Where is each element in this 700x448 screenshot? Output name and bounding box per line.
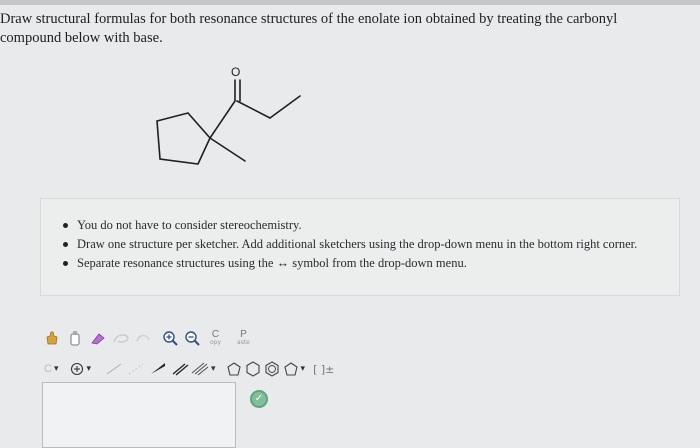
instruction-item: Separate resonance structures using the … bbox=[63, 255, 675, 271]
single-bond-icon[interactable] bbox=[105, 360, 123, 378]
triple-bond-icon[interactable] bbox=[191, 360, 209, 378]
question-line-2: compound below with base. bbox=[0, 30, 163, 46]
cyclopentane-ring bbox=[156, 112, 211, 165]
cyclopentane-ring-icon[interactable] bbox=[226, 360, 242, 378]
ring-template-icon[interactable] bbox=[283, 360, 299, 378]
instruction-item: Draw one structure per sketcher. Add add… bbox=[63, 236, 675, 252]
dashed-bond-icon[interactable] bbox=[127, 360, 145, 378]
instruction-item: You do not have to consider stereochemis… bbox=[63, 217, 675, 233]
carbonyl-compound-structure: O bbox=[156, 65, 301, 165]
bond-dropdown-icon[interactable]: ▾ bbox=[211, 364, 216, 374]
atom-dropdown-icon[interactable]: ▾ bbox=[54, 364, 59, 374]
sketcher-canvas[interactable] bbox=[42, 382, 236, 448]
double-bond-icon[interactable] bbox=[171, 360, 189, 378]
undo-flask-icon[interactable] bbox=[68, 329, 82, 347]
benzene-ring-icon[interactable] bbox=[264, 360, 280, 378]
brackets-tool[interactable]: [ ]± bbox=[313, 363, 334, 376]
instructions-panel: You do not have to consider stereochemis… bbox=[40, 198, 680, 296]
copy-button[interactable]: C opy bbox=[210, 328, 221, 348]
zoom-in-icon[interactable] bbox=[162, 329, 178, 347]
carbon-atom-icon[interactable]: C bbox=[44, 360, 52, 378]
ring-dropdown-icon[interactable]: ▾ bbox=[301, 364, 306, 374]
question-line-1: Draw structural formulas for both resona… bbox=[0, 11, 618, 27]
zoom-out-icon[interactable] bbox=[184, 329, 200, 347]
rotate-icon[interactable] bbox=[134, 329, 152, 347]
top-border bbox=[0, 0, 700, 5]
instructions-list: You do not have to consider stereochemis… bbox=[63, 217, 675, 274]
charge-plus-icon[interactable] bbox=[70, 360, 84, 378]
copy-sub-label: opy bbox=[210, 339, 222, 346]
hand-pan-icon[interactable] bbox=[44, 329, 60, 347]
eraser-icon[interactable] bbox=[90, 329, 106, 347]
paste-button[interactable]: P aste bbox=[237, 328, 250, 348]
sketcher-check-icon[interactable]: ✓ bbox=[250, 390, 268, 408]
oxygen-atom-label: O bbox=[231, 65, 240, 79]
sketcher-toolbar-bottom: C ▾ ▾ ▾ ▾ [ ]± bbox=[44, 360, 334, 378]
paste-sub-label: aste bbox=[237, 339, 250, 346]
cyclohexane-ring-icon[interactable] bbox=[245, 360, 261, 378]
wedge-bond-icon[interactable] bbox=[149, 360, 167, 378]
lasso-select-icon[interactable] bbox=[112, 329, 130, 347]
charge-dropdown-icon[interactable]: ▾ bbox=[86, 364, 91, 374]
question-text: Draw structural formulas for both resona… bbox=[0, 10, 690, 48]
sketcher-toolbar-top: C opy P aste bbox=[44, 328, 250, 348]
